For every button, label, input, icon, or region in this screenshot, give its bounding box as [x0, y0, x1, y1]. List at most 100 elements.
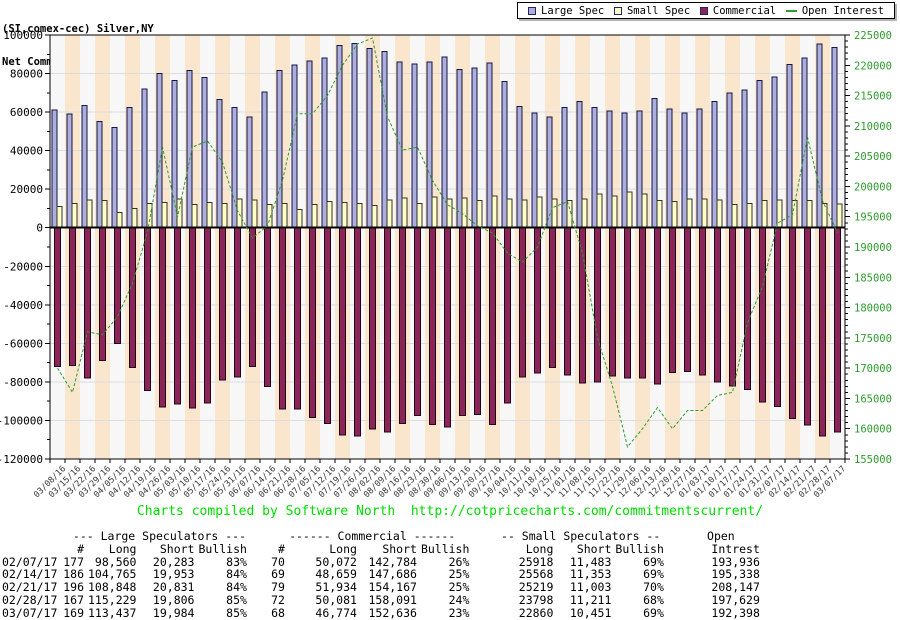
bar-large-spec	[577, 101, 582, 227]
bar-large-spec	[817, 44, 822, 228]
table-cell: 50,081	[289, 594, 361, 607]
bar-commercial	[820, 228, 826, 436]
bar-large-spec	[142, 89, 147, 228]
bar-small-spec	[597, 194, 602, 228]
bar-large-spec	[787, 64, 792, 227]
table-cell: 85%	[198, 607, 260, 620]
table-group-header: Open	[678, 530, 764, 543]
table-column-header: #	[58, 543, 88, 556]
bar-commercial	[160, 228, 166, 407]
right-axis-label: 200000	[854, 181, 892, 193]
bar-large-spec	[517, 106, 522, 227]
table-cell: 24%	[421, 594, 483, 607]
table-cell: 72	[261, 594, 289, 607]
bar-large-spec	[412, 64, 417, 228]
bar-large-spec	[802, 58, 807, 228]
bar-large-spec	[262, 92, 267, 228]
right-axis-label: 175000	[854, 333, 892, 345]
bar-commercial	[490, 228, 496, 425]
bar-large-spec	[757, 80, 762, 227]
bar-large-spec	[52, 110, 57, 228]
table-cell: 19,806	[140, 594, 198, 607]
table-cell: 19,984	[140, 607, 198, 620]
bar-small-spec	[282, 204, 287, 228]
y-axis-label: -60000	[3, 337, 43, 350]
bar-small-spec	[162, 203, 167, 228]
bar-large-spec	[832, 48, 837, 228]
bar-small-spec	[192, 205, 197, 228]
bar-small-spec	[417, 204, 422, 228]
y-axis-label: 60000	[10, 106, 43, 119]
bar-small-spec	[207, 203, 212, 228]
bar-large-spec	[157, 74, 162, 228]
bar-commercial	[760, 228, 766, 402]
bar-large-spec	[352, 44, 357, 228]
bar-commercial	[280, 228, 286, 409]
bar-small-spec	[462, 198, 467, 228]
bar-large-spec	[82, 105, 87, 227]
bar-large-spec	[112, 128, 117, 228]
bar-small-spec	[837, 204, 842, 228]
bar-large-spec	[202, 77, 207, 227]
bar-commercial	[355, 228, 361, 436]
bar-commercial	[115, 228, 121, 344]
bar-large-spec	[277, 71, 282, 228]
bar-commercial	[400, 228, 406, 424]
table-column-header: Long	[483, 543, 557, 556]
bar-small-spec	[747, 204, 752, 228]
bar-commercial	[535, 228, 541, 374]
table-column-header: Short	[557, 543, 615, 556]
bar-large-spec	[607, 111, 612, 228]
bar-large-spec	[742, 90, 747, 228]
table-cell: 22860	[483, 607, 557, 620]
table-cell: 85%	[198, 594, 260, 607]
table-column-header: Bullish	[615, 543, 677, 556]
bar-commercial	[835, 228, 841, 432]
bar-commercial	[595, 228, 601, 382]
table-cell: 158,091	[361, 594, 421, 607]
bar-commercial	[340, 228, 346, 435]
bar-large-spec	[682, 113, 687, 228]
bar-large-spec	[322, 58, 327, 228]
bar-commercial	[445, 228, 451, 427]
bar-commercial	[430, 228, 436, 425]
right-axis-label: 215000	[854, 91, 892, 103]
bar-small-spec	[627, 192, 632, 228]
right-axis-label: 180000	[854, 303, 892, 315]
bar-commercial	[520, 228, 526, 377]
right-axis-label: 185000	[854, 272, 892, 284]
bar-commercial	[610, 228, 616, 376]
table-cell: 169	[58, 607, 88, 620]
y-axis-label: -80000	[3, 376, 43, 389]
right-axis-label: 170000	[854, 363, 892, 375]
bar-commercial	[295, 228, 301, 409]
bar-small-spec	[822, 203, 827, 227]
table-row: 02/28/17167115,22919,80685%7250,081158,0…	[2, 594, 764, 607]
bar-small-spec	[522, 200, 527, 228]
table-column-header: Bullish	[198, 543, 260, 556]
y-axis-label: -120000	[0, 453, 43, 466]
table-cell: 68	[261, 607, 289, 620]
cot-chart-page: (SI,comex-cec) Silver,NY Net Commitments…	[0, 0, 900, 620]
bar-commercial	[370, 228, 376, 429]
bar-large-spec	[217, 100, 222, 228]
table-column-header	[2, 543, 58, 556]
bar-commercial	[100, 228, 106, 361]
y-axis-label: 0	[36, 222, 43, 235]
bar-small-spec	[642, 194, 647, 228]
bar-commercial	[85, 228, 91, 378]
bar-large-spec	[247, 117, 252, 228]
bar-commercial	[805, 228, 811, 425]
bar-commercial	[235, 228, 241, 377]
table-column-header: Short	[361, 543, 421, 556]
bar-small-spec	[507, 199, 512, 228]
bar-small-spec	[702, 199, 707, 228]
bar-commercial	[70, 228, 76, 366]
bar-commercial	[790, 228, 796, 419]
table-cell: 152,636	[361, 607, 421, 620]
table-body: 02/07/1717798,56020,28383%7050,072142,78…	[2, 556, 764, 620]
bar-small-spec	[657, 201, 662, 228]
table-column-header: Long	[88, 543, 140, 556]
bar-large-spec	[382, 51, 387, 227]
bar-small-spec	[672, 202, 677, 228]
